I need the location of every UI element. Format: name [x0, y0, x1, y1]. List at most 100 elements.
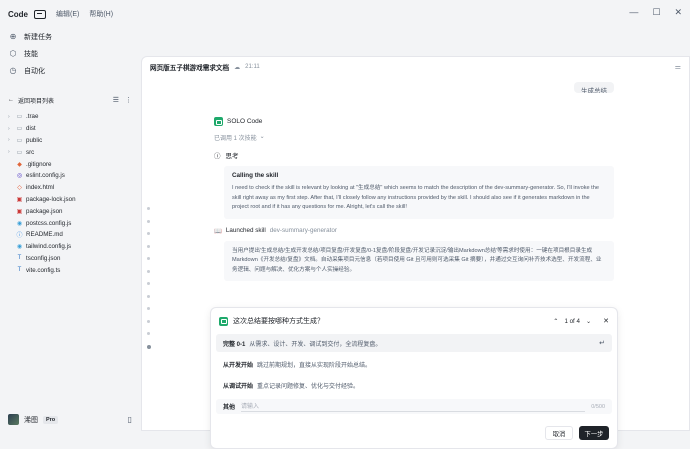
question-pager: ⌃ 1 of 4 ⌄ ✕: [553, 317, 609, 326]
skills-used-toggle[interactable]: 已调用 1 次技能 ⌄: [214, 133, 614, 142]
rail-dot[interactable]: [147, 257, 150, 260]
option-from-dev[interactable]: 从开发开始 跳过前期规划，直接从实现阶段开始总结。: [216, 355, 612, 373]
file-name: tsconfig.json: [26, 254, 61, 262]
file-tree-item[interactable]: ◉ postcss.config.js: [0, 217, 140, 229]
device-icon[interactable]: ▯: [128, 415, 132, 424]
thinking-block: Calling the skill I need to check if the…: [224, 166, 614, 219]
skill-description: 当用户提出'生成总结/生成开发总结/项目复盘/开发复盘/0-1复盘/阶段复盘/开…: [224, 240, 614, 281]
file-tree-item[interactable]: Ttsconfig.json: [0, 253, 140, 265]
menu-edit[interactable]: 编辑(E): [56, 9, 79, 19]
clock-icon: ◷: [9, 66, 17, 75]
git-file-icon: ◆: [17, 161, 22, 168]
file-tree-item[interactable]: ▣ package.json: [0, 205, 140, 217]
more-icon[interactable]: ⋮: [125, 96, 132, 104]
file-tree-item[interactable]: ◎ eslint.config.js: [0, 170, 140, 182]
titlebar: Code 编辑(E) 帮助(H) — ☐ ✕: [0, 0, 690, 28]
question-header: 这次总结要按哪种方式生成？ ⌃ 1 of 4 ⌄ ✕: [211, 308, 617, 334]
npm-file-icon: ▣: [16, 208, 23, 215]
sidebar-item-automation[interactable]: ◷ 自动化: [0, 62, 140, 79]
sidebar-item-new-task[interactable]: ⊕ 新建任务: [0, 28, 140, 45]
file-tree-item[interactable]: ⓘ README.md: [0, 229, 140, 241]
close-icon[interactable]: ✕: [674, 7, 682, 18]
info-icon: ⓘ: [214, 153, 221, 160]
md-file-icon: ⓘ: [16, 233, 23, 240]
maximize-icon[interactable]: ☐: [652, 7, 660, 18]
chevron-down-icon: ⌄: [259, 134, 265, 140]
file-tree-item[interactable]: › ▭ src: [0, 146, 140, 158]
chevron-right-icon: ›: [8, 125, 10, 132]
skills-used-label: 已调用 1 次技能: [214, 136, 257, 142]
file-tree-item[interactable]: › ▭ .trae: [0, 111, 140, 123]
rail-dot[interactable]: [147, 294, 150, 298]
file-name: package.json: [26, 207, 63, 215]
option-title: 从开发开始: [223, 362, 254, 369]
other-input[interactable]: 请输入: [241, 402, 586, 412]
file-tree-item[interactable]: ▣ package-lock.json: [0, 194, 140, 206]
file-tree-item[interactable]: › ▭ dist: [0, 123, 140, 135]
file-tree-item[interactable]: ◉ tailwind.config.js: [0, 241, 140, 253]
rail-dot-active[interactable]: [146, 344, 151, 349]
file-name: postcss.config.js: [26, 219, 72, 227]
file-name: .gitignore: [26, 160, 52, 168]
folder-file-icon: ▭: [16, 114, 23, 121]
rail-dot[interactable]: [147, 207, 150, 210]
scroll-rail[interactable]: [146, 207, 151, 349]
file-name: index.html: [26, 184, 55, 192]
file-tree-item[interactable]: ◇ index.html: [0, 182, 140, 194]
question-actions: 取消 下一步: [545, 426, 609, 440]
option-full[interactable]: 完整 0-1 从需求、设计、开发、调试到交付，全流程复盘。 ↵: [216, 334, 612, 352]
option-from-debug[interactable]: 从调试开始 重点记录问题修复、优化与交付经验。: [216, 376, 612, 394]
rail-dot[interactable]: [147, 282, 150, 285]
launched-skill-header[interactable]: 📖 Launched skill dev-summary-generator: [214, 227, 614, 235]
file-name: src: [26, 148, 35, 156]
user-message: 生成总结: [574, 82, 614, 93]
other-option[interactable]: 其他 请输入 0/500: [216, 399, 612, 414]
avatar[interactable]: [8, 414, 19, 425]
file-tree-item[interactable]: ◆ .gitignore: [0, 158, 140, 170]
file-tree-item[interactable]: › ▭ public: [0, 135, 140, 147]
code-toggle-icon[interactable]: [34, 9, 46, 19]
rail-dot[interactable]: [147, 307, 150, 310]
npm-file-icon: ▣: [16, 196, 23, 203]
list-icon[interactable]: ☰: [113, 96, 119, 104]
sidebar-item-label: 技能: [24, 50, 38, 58]
app-brand: Code: [8, 9, 28, 19]
option-desc: 重点记录问题修复、优化与交付经验。: [257, 383, 360, 390]
option-title: 完整 0-1: [223, 341, 246, 348]
rail-dot[interactable]: [147, 269, 150, 273]
rail-dot[interactable]: [147, 244, 150, 248]
chevron-right-icon: ›: [8, 149, 10, 156]
next-button[interactable]: 下一步: [579, 426, 609, 440]
option-desc: 跳过前期规划，直接从实现阶段开始总结。: [257, 362, 372, 369]
file-name: tailwind.config.js: [26, 243, 72, 251]
back-to-projects[interactable]: ← 返回项目列表 ☰ ⋮: [0, 93, 140, 107]
menu-help[interactable]: 帮助(H): [89, 9, 113, 19]
book-icon: 📖: [214, 227, 222, 235]
agent-name: SOLO Code: [227, 118, 263, 125]
js-file-icon: ◉: [16, 244, 23, 251]
file-name: README.md: [26, 231, 63, 239]
cloud-icon: ☁: [234, 64, 241, 71]
chevron-down-icon[interactable]: ⌄: [586, 318, 591, 325]
rail-dot[interactable]: [147, 332, 150, 335]
ts-file-icon: T: [17, 255, 22, 262]
chat-plus-icon: ⊕: [9, 32, 17, 41]
file-tree-item[interactable]: Tvite.config.ts: [0, 264, 140, 276]
chevron-up-icon[interactable]: ⌃: [553, 318, 558, 325]
rail-dot[interactable]: [147, 219, 150, 223]
minimize-icon[interactable]: —: [629, 7, 638, 18]
agent-response: SOLO Code 已调用 1 次技能 ⌄ ⓘ 思考 Calling the s…: [214, 117, 614, 281]
js-file-icon: ◉: [16, 220, 23, 227]
main-panel: 网页版五子棋游戏需求文档 ☁ 21:11 ⚌ 生成总结 SOLO Code 已调…: [141, 56, 690, 449]
rail-dot[interactable]: [147, 319, 150, 323]
sliders-icon[interactable]: ⚌: [675, 63, 681, 71]
rail-dot[interactable]: [147, 232, 150, 235]
question-prompt: 这次总结要按哪种方式生成？: [233, 318, 324, 325]
file-name: .trae: [26, 113, 39, 121]
option-title: 从调试开始: [223, 383, 254, 390]
cancel-button[interactable]: 取消: [545, 426, 573, 440]
thinking-header[interactable]: ⓘ 思考: [214, 150, 614, 160]
thinking-text: I need to check if the skill is relevant…: [232, 185, 599, 210]
close-icon[interactable]: ✕: [603, 317, 609, 325]
sidebar-item-skills[interactable]: ⬡ 技能: [0, 45, 140, 62]
